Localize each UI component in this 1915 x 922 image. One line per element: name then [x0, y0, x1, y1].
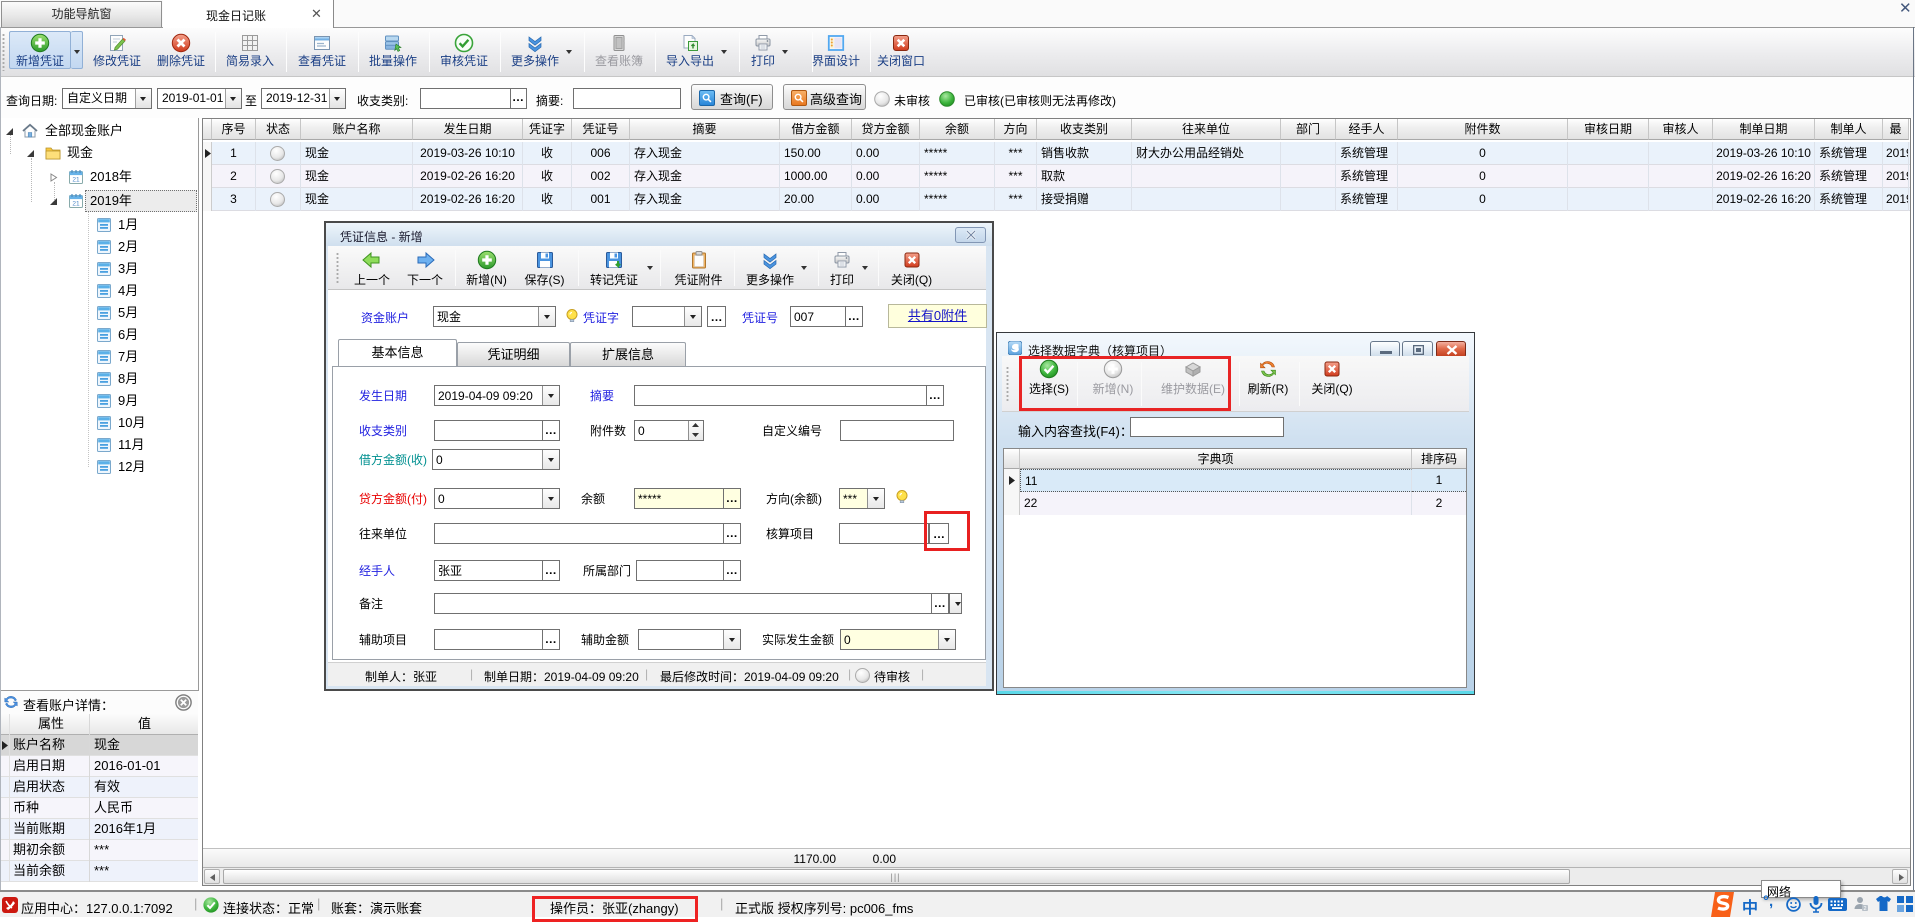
svg-text:2: 2 — [1863, 906, 1866, 912]
svg-text:21: 21 — [72, 201, 80, 208]
svg-text:21: 21 — [72, 177, 80, 184]
